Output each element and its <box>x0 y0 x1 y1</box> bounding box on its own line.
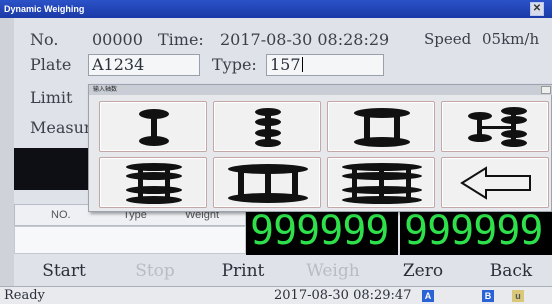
single-plus-tandem-axle-icon <box>468 107 527 147</box>
button-row: Start Stop Print Weigh Zero Back <box>14 258 552 286</box>
title-bar: Dynamic Weighing ✕ <box>0 0 552 18</box>
limit-label: Limit <box>30 88 73 107</box>
speed-label: Speed <box>424 30 472 48</box>
no-label: No. <box>30 30 59 49</box>
axle-option-3[interactable] <box>327 101 435 152</box>
text-caret <box>301 57 303 72</box>
status-clock: 2017-08-30 08:29:47 <box>274 288 412 303</box>
axle-option-7[interactable] <box>327 157 435 208</box>
status-text: Ready <box>4 288 45 303</box>
type-input[interactable]: 157 <box>266 54 384 76</box>
plate-label: Plate <box>30 55 72 74</box>
keyboard-icon[interactable]: B <box>482 290 494 302</box>
axle-option-6[interactable] <box>213 157 321 208</box>
tray-icon[interactable]: u <box>512 290 524 302</box>
close-button[interactable]: ✕ <box>530 2 544 16</box>
single-axle-icon <box>139 109 169 146</box>
backspace-button[interactable] <box>441 157 549 208</box>
dialog-title: 输入轴数 <box>93 87 118 93</box>
stop-button[interactable]: Stop <box>112 258 198 286</box>
type-label: Type: <box>212 55 257 74</box>
triple-tandem-axle-icon <box>342 163 422 204</box>
type-input-value: 157 <box>270 55 301 74</box>
axle-option-2[interactable] <box>213 101 321 152</box>
axle-option-4[interactable] <box>441 101 549 152</box>
input-method-icon[interactable]: A <box>422 290 434 302</box>
three-single-axles-icon <box>228 164 308 203</box>
total-weight-display: 999999 <box>246 207 398 255</box>
weigh-button[interactable]: Weigh <box>290 258 376 286</box>
dialog-minimize-button[interactable] <box>541 86 551 94</box>
window-title: Dynamic Weighing <box>4 4 85 14</box>
grid-col-no: NO. <box>51 209 71 221</box>
left-arrow-icon <box>460 166 531 200</box>
vehicle-status-strip <box>14 148 94 190</box>
start-button[interactable]: Start <box>20 258 108 286</box>
record-number: 00000 <box>92 30 143 49</box>
axle-weight-display: 999999 <box>400 207 552 255</box>
record-grid[interactable] <box>14 226 246 254</box>
dialog-title-bar: 输入轴数 <box>89 85 552 95</box>
two-single-axles-icon <box>354 108 410 147</box>
time-value: 2017-08-30 08:28:29 <box>220 30 390 49</box>
axle-count-dialog: 输入轴数 <box>88 84 552 212</box>
plate-input-value: A1234 <box>92 55 145 74</box>
speed-value: 05km/h <box>482 30 540 48</box>
measure-label: Measur <box>30 118 92 137</box>
back-button[interactable]: Back <box>470 258 552 286</box>
tandem-axle-icon <box>255 108 281 147</box>
axle-option-5[interactable] <box>99 157 207 208</box>
zero-button[interactable]: Zero <box>380 258 466 286</box>
axle-option-1[interactable] <box>99 101 207 152</box>
status-bar: Ready 2017-08-30 08:29:47 A B u <box>0 286 552 304</box>
time-label: Time: <box>158 30 204 49</box>
plate-input[interactable]: A1234 <box>88 54 200 76</box>
print-button[interactable]: Print <box>200 258 286 286</box>
double-tandem-axle-icon <box>126 163 182 204</box>
